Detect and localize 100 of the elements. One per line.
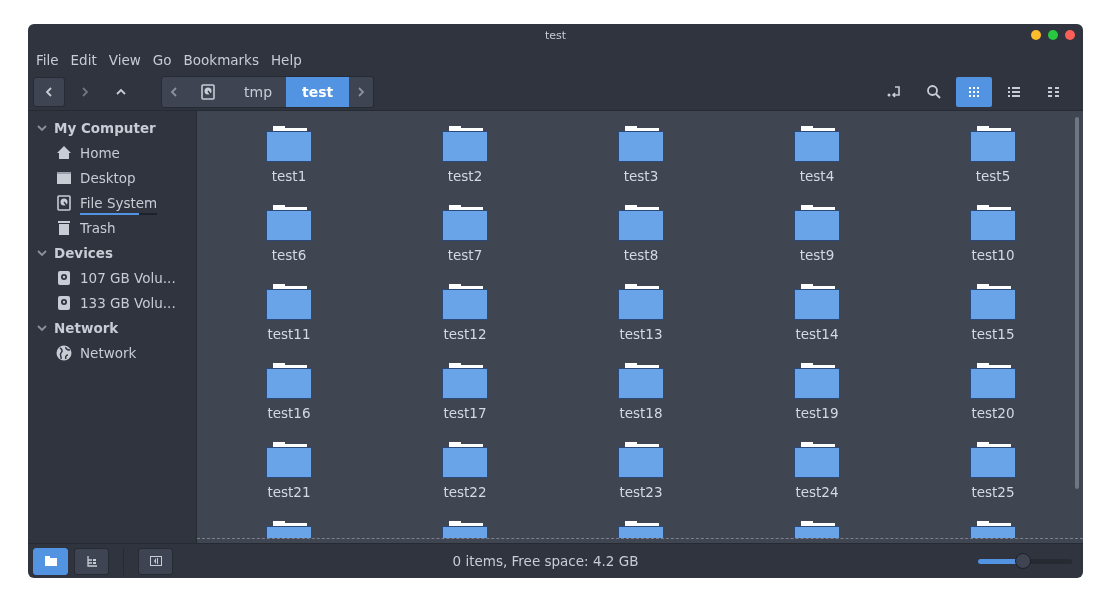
folder-icon bbox=[794, 126, 840, 162]
folder-icon bbox=[794, 284, 840, 320]
sidebar-item[interactable]: Network bbox=[28, 340, 196, 365]
chevron-left-icon bbox=[168, 86, 180, 98]
list-view-icon bbox=[1008, 86, 1020, 98]
compact-view-icon bbox=[1048, 86, 1060, 98]
chevron-left-icon bbox=[43, 86, 55, 98]
menu-item[interactable]: Bookmarks bbox=[177, 52, 265, 68]
folder-icon bbox=[970, 363, 1016, 399]
menu-item[interactable]: File bbox=[30, 52, 65, 68]
sidebar-section[interactable]: My Computer bbox=[28, 115, 196, 140]
folder-name[interactable]: test14 bbox=[795, 326, 839, 342]
sidebar-item[interactable]: File System bbox=[28, 190, 196, 215]
sidebar-item[interactable]: Home bbox=[28, 140, 196, 165]
menu-item[interactable]: Edit bbox=[64, 52, 103, 68]
folder-name[interactable]: test15 bbox=[971, 326, 1015, 342]
folder-name[interactable]: test3 bbox=[623, 168, 659, 184]
folder-icon bbox=[266, 521, 312, 538]
folder-name[interactable]: test24 bbox=[795, 484, 839, 500]
folder-icon bbox=[44, 556, 57, 566]
folder-icon bbox=[442, 521, 488, 538]
folder-name[interactable]: test10 bbox=[971, 247, 1015, 263]
menu-item[interactable]: Go bbox=[146, 52, 178, 68]
search-icon bbox=[926, 84, 942, 100]
folder-name[interactable]: test8 bbox=[623, 247, 659, 263]
folder-name[interactable]: test22 bbox=[443, 484, 487, 500]
sidebar-item-label: Trash bbox=[80, 219, 116, 236]
pane-toggle-button[interactable] bbox=[33, 547, 68, 575]
folder-icon bbox=[794, 521, 840, 538]
scrollbar[interactable] bbox=[1075, 117, 1079, 489]
folder-icon bbox=[442, 126, 488, 162]
sidebar-item-label: Network bbox=[80, 344, 137, 361]
folder-name[interactable]: test20 bbox=[971, 405, 1015, 421]
folder-icon bbox=[266, 442, 312, 478]
sidebar-item-label: 107 GB Volu... bbox=[80, 269, 176, 286]
close-button[interactable] bbox=[1065, 30, 1075, 40]
maximize-button[interactable] bbox=[1048, 30, 1058, 40]
folder-icon bbox=[618, 284, 664, 320]
sidebar-section[interactable]: Devices bbox=[28, 240, 196, 265]
drive-icon bbox=[56, 194, 72, 211]
folder-icon bbox=[618, 442, 664, 478]
folder-icon bbox=[970, 284, 1016, 320]
folder-name[interactable]: test23 bbox=[619, 484, 663, 500]
folder-name[interactable]: test9 bbox=[799, 247, 835, 263]
folder-icon bbox=[442, 205, 488, 241]
status-text: 0 items, Free space: 4.2 GB bbox=[451, 553, 640, 569]
sidebar-section[interactable]: Network bbox=[28, 315, 196, 340]
folder-name[interactable]: test21 bbox=[267, 484, 311, 500]
globe-icon bbox=[56, 344, 72, 361]
sidebar-item-label: Desktop bbox=[80, 169, 136, 186]
folder-icon bbox=[266, 205, 312, 241]
window-title: test bbox=[544, 28, 567, 42]
folder-icon bbox=[266, 126, 312, 162]
folder-icon bbox=[794, 442, 840, 478]
folder-name[interactable]: test13 bbox=[619, 326, 663, 342]
breadcrumb-button[interactable]: tmp bbox=[230, 77, 286, 107]
folder-name[interactable]: test6 bbox=[271, 247, 307, 263]
folder-icon bbox=[266, 284, 312, 320]
folder-name[interactable]: test2 bbox=[447, 168, 483, 184]
folder-name[interactable]: test12 bbox=[443, 326, 487, 342]
folder-icon bbox=[442, 442, 488, 478]
folder-name[interactable]: test17 bbox=[443, 405, 487, 421]
pane-toggle-button[interactable] bbox=[74, 547, 109, 575]
folder-icon bbox=[618, 205, 664, 241]
panel-icon bbox=[149, 556, 162, 566]
folder-icon bbox=[618, 521, 664, 538]
folder-name[interactable]: test18 bbox=[619, 405, 663, 421]
folder-icon bbox=[442, 284, 488, 320]
folder-name[interactable]: test1 bbox=[271, 168, 307, 184]
folder-name[interactable]: test11 bbox=[267, 326, 311, 342]
menu-item[interactable]: Help bbox=[264, 52, 308, 68]
folder-icon bbox=[970, 521, 1016, 538]
trash-icon bbox=[56, 219, 72, 236]
folder-name[interactable]: test4 bbox=[799, 168, 835, 184]
sidebar-item-label: 133 GB Volu... bbox=[80, 294, 176, 311]
folder-name[interactable]: test16 bbox=[267, 405, 311, 421]
folder-icon bbox=[794, 363, 840, 399]
grid-view-icon bbox=[968, 86, 980, 98]
zoom-slider-thumb[interactable] bbox=[1015, 553, 1032, 569]
sidebar-item[interactable]: 107 GB Volu... bbox=[28, 265, 196, 290]
folder-name[interactable]: test5 bbox=[975, 168, 1011, 184]
folder-name[interactable]: test7 bbox=[447, 247, 483, 263]
zoom-slider[interactable] bbox=[978, 553, 1072, 569]
sidebar-item[interactable]: Desktop bbox=[28, 165, 196, 190]
folder-icon bbox=[794, 205, 840, 241]
minimize-button[interactable] bbox=[1031, 30, 1041, 40]
sidebar-toggle-button[interactable] bbox=[138, 547, 173, 575]
sidebar-item-label: Home bbox=[80, 144, 120, 161]
folder-icon bbox=[618, 363, 664, 399]
folder-name[interactable]: test25 bbox=[971, 484, 1015, 500]
drive-icon bbox=[200, 84, 216, 100]
folder-icon bbox=[442, 363, 488, 399]
menu-item[interactable]: View bbox=[102, 52, 147, 68]
back-button[interactable] bbox=[33, 77, 65, 107]
sidebar-item[interactable]: 133 GB Volu... bbox=[28, 290, 196, 315]
chevron-right-icon bbox=[79, 86, 91, 98]
folder-icon bbox=[970, 442, 1016, 478]
folder-icon bbox=[970, 126, 1016, 162]
folder-name[interactable]: test19 bbox=[795, 405, 839, 421]
sidebar-item[interactable]: Trash bbox=[28, 215, 196, 240]
